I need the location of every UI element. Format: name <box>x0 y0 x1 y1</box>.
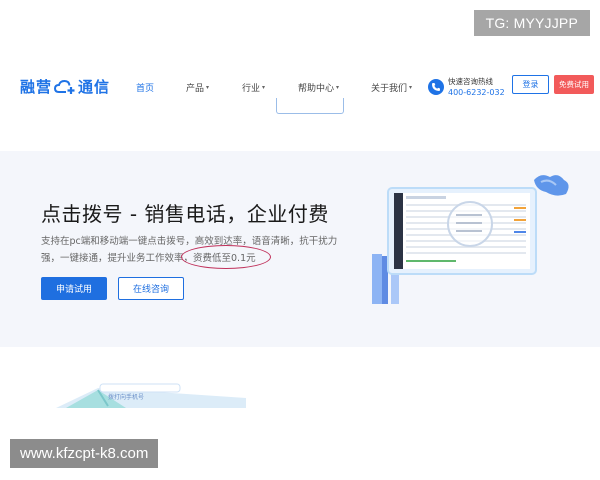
nav-products-label: 产品 <box>186 84 205 94</box>
main-nav: 首页 产品 ▾ 行业 ▾ 帮助中心 ▾ 关于我们 ▾ <box>136 81 431 94</box>
page: 融营 通信 首页 产品 ▾ 行业 ▾ 帮助中心 ▾ 关于我们 ▾ 快速咨询热线 … <box>0 0 600 480</box>
nav-home-label: 首页 <box>136 84 155 94</box>
chevron-down-icon: ▾ <box>206 84 210 91</box>
hero-title: 点击拨号 - 销售电话，企业付费 <box>41 202 329 226</box>
chevron-down-icon: ▾ <box>336 84 340 91</box>
cloud-plus-icon <box>54 79 75 94</box>
telegram-watermark: TG: MYYJJPP <box>473 10 590 36</box>
nav-help-label: 帮助中心 <box>298 84 335 94</box>
price-circle-mark <box>181 245 271 269</box>
apply-trial-button[interactable]: 申请试用 <box>41 277 107 300</box>
site-watermark: www.kfzcpt-k8.com <box>10 439 159 468</box>
hotline[interactable]: 快速咨询热线 400-6232-032 <box>428 76 505 98</box>
hotline-label: 快速咨询热线 <box>448 77 493 86</box>
dashboard-illustration <box>372 175 569 304</box>
brand-logo[interactable]: 融营 通信 <box>20 76 110 97</box>
nav-home[interactable]: 首页 <box>136 81 186 94</box>
feature-caption: 拨打向手机号 <box>108 394 145 401</box>
nav-help[interactable]: 帮助中心 ▾ <box>298 81 371 94</box>
nav-about-label: 关于我们 <box>371 84 408 94</box>
logo-text-right: 通信 <box>78 78 111 96</box>
hotline-number: 400-6232-032 <box>448 88 505 97</box>
nav-industry[interactable]: 行业 ▾ <box>242 81 298 94</box>
nav-products[interactable]: 产品 ▾ <box>186 81 242 94</box>
hero-desc-line-2a: 强，一键接通，提升业务工作效率， <box>41 253 194 264</box>
online-consult-button[interactable]: 在线咨询 <box>118 277 184 300</box>
nav-industry-label: 行业 <box>242 84 261 94</box>
feature-illustration-partial <box>56 383 246 408</box>
free-trial-button[interactable]: 免费试用 <box>554 75 594 94</box>
nav-about[interactable]: 关于我们 ▾ <box>371 81 431 94</box>
chevron-down-icon: ▾ <box>262 84 266 91</box>
login-button[interactable]: 登录 <box>512 75 549 94</box>
logo-text-left: 融营 <box>20 78 53 96</box>
phone-icon <box>428 79 444 95</box>
partial-dropdown-edge <box>276 98 344 114</box>
chevron-down-icon: ▾ <box>409 84 413 91</box>
